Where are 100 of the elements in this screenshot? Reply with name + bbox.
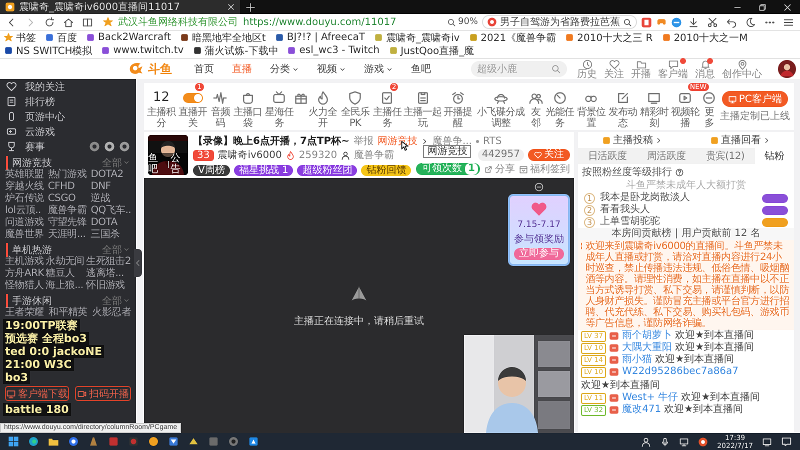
score-button[interactable]: 12 主播积分 xyxy=(146,91,176,129)
sidebar-item[interactable]: 云游戏 xyxy=(6,124,55,138)
game-link[interactable]: 逃离塔... xyxy=(86,268,131,280)
tab[interactable]: 日活跃度 xyxy=(578,148,637,164)
sidebar-item[interactable]: 页游中心 xyxy=(6,110,65,124)
game-link[interactable]: 天涯明... xyxy=(48,229,87,241)
more-link[interactable]: 全部 xyxy=(102,156,130,170)
menu-button[interactable] xyxy=(781,16,796,28)
chat-username[interactable]: 魔改471 xyxy=(622,404,662,416)
checkin-link[interactable]: 福利签到 xyxy=(519,162,570,176)
chat-username[interactable]: 雨小猫 xyxy=(622,354,652,366)
game-link[interactable]: 问道游戏 xyxy=(5,217,44,229)
toolbar-button[interactable]: 更多 xyxy=(702,91,717,129)
header-link[interactable]: 关注 xyxy=(604,58,624,80)
header-link[interactable]: 客户端 xyxy=(658,58,688,80)
fan-name[interactable]: 上单雪胡驼驼 xyxy=(600,216,757,228)
toolbar-button[interactable]: 视频轮播 xyxy=(670,91,701,129)
game-tag[interactable]: 魔兽争霸 xyxy=(354,148,394,162)
game-link[interactable]: 怪物猎人 xyxy=(5,280,44,292)
more-link[interactable]: 全部 xyxy=(102,242,130,256)
bookmark[interactable]: 2021《魔兽争霸 xyxy=(468,31,556,44)
tab[interactable]: 贵宾(12) xyxy=(696,148,755,164)
game-link[interactable]: 主机游戏 xyxy=(5,256,44,268)
room-badge[interactable]: V周榜 xyxy=(193,165,230,176)
avatar-caption-link[interactable]: 鱼吧 xyxy=(148,153,166,175)
tab[interactable]: 钻粉 xyxy=(754,148,794,164)
game-link[interactable]: 生死狙击2 xyxy=(86,256,131,268)
zoom-button[interactable]: 90% xyxy=(446,17,478,27)
toolbar-button[interactable]: 背景位置 xyxy=(576,91,606,129)
header-link[interactable]: 开播 xyxy=(631,58,651,80)
game-link[interactable]: 穿越火线 xyxy=(5,181,44,193)
client-button[interactable]: PC客户端 xyxy=(722,91,788,107)
chat-username[interactable]: 雨个胡萝卜 xyxy=(622,330,672,342)
game-link[interactable]: 英雄联盟 xyxy=(5,169,44,181)
game-link[interactable]: 和平精英 xyxy=(48,307,88,319)
fan-name[interactable]: 我本是卧龙岗散淡人 xyxy=(600,192,757,204)
game-link[interactable]: 魔兽争霸 xyxy=(48,205,87,217)
bookmark[interactable]: Back2Warcraft xyxy=(86,31,171,44)
chat-username[interactable]: 大隅大重阳 xyxy=(622,342,672,354)
nav-link[interactable]: 分类 xyxy=(270,62,299,76)
browser-tab[interactable]: 震啸奇_震啸奇iv6000直播间11017 xyxy=(0,0,240,14)
sidebar-button[interactable]: 扫码开播 xyxy=(75,386,131,401)
toolbar-button[interactable]: 星海任务 xyxy=(264,91,295,129)
toolbar-button[interactable]: 直播开关 xyxy=(177,91,208,129)
game-link[interactable]: 海上狼... xyxy=(46,280,84,292)
share-link[interactable]: 分享 xyxy=(484,162,515,176)
chat-username[interactable]: W22d95286bec7a86a7 xyxy=(622,366,739,378)
toolbar-button[interactable]: 火力全开 xyxy=(308,91,338,129)
fan-name[interactable]: 看看我头人 xyxy=(600,204,757,216)
bookmark[interactable]: 暗黑地牢全地区t xyxy=(180,31,266,44)
toolbar-button[interactable]: 发布动态 xyxy=(607,91,638,129)
panel-link[interactable]: 主播投稿 xyxy=(602,133,662,147)
game-link[interactable]: 王者荣耀 xyxy=(5,307,44,319)
game-link[interactable]: 魔兽世界 xyxy=(5,229,44,241)
bookmark[interactable]: BJ?!? | AfreecaT xyxy=(274,31,365,44)
avatar-caption-link[interactable]: 公告 xyxy=(170,153,188,175)
bookmark[interactable]: 蒲火试炼-下载中 xyxy=(192,44,278,57)
address-field[interactable]: 武汉斗鱼网络科技有限公司 https://www.douyu.com/11017 xyxy=(99,15,443,29)
game-link[interactable]: 火影忍者 xyxy=(92,307,131,319)
toolbar-button[interactable]: 主播一起玩 xyxy=(404,91,442,129)
search-field[interactable]: 男子自驾游为省路费拉芭蕉 xyxy=(482,15,637,29)
book-button[interactable] xyxy=(80,16,95,28)
game-link[interactable]: 三国杀 xyxy=(90,229,131,241)
toolbar-button[interactable]: 主播口袋 xyxy=(232,91,264,129)
game-link[interactable]: CSGO xyxy=(48,193,87,205)
bookmark[interactable]: 震啸奇_震啸奇iv xyxy=(374,31,460,44)
game-link[interactable]: QQ飞车.. xyxy=(90,205,131,217)
game-link[interactable]: DOTA2 xyxy=(90,169,131,181)
game-link[interactable]: DNF xyxy=(90,181,131,193)
chat-username[interactable]: West+ 牛仔 xyxy=(622,392,678,404)
room-badge[interactable]: 钻粉回馈 xyxy=(361,165,412,176)
room-badge[interactable]: 超级粉丝团 xyxy=(297,165,358,176)
toolbar-button[interactable]: 音频码 xyxy=(208,91,232,129)
bookmark[interactable]: 百度 xyxy=(45,31,77,44)
promo-card[interactable]: 7.15-7.17 参与领奖励 立即参与 xyxy=(508,194,570,266)
report-link[interactable]: 举报 xyxy=(353,134,374,148)
bookmark[interactable]: 2010十大之三 R xyxy=(565,31,653,44)
game-link[interactable]: 热门游戏 xyxy=(48,169,87,181)
more-link[interactable]: 全部 xyxy=(102,294,130,308)
toggle-switch[interactable] xyxy=(182,93,203,103)
scissors-button[interactable] xyxy=(705,16,720,28)
game-link[interactable]: 怀旧游戏 xyxy=(86,280,131,292)
sidebar-item[interactable]: 我的关注 xyxy=(6,80,65,94)
home-button[interactable] xyxy=(61,16,76,28)
header-link[interactable]: 历史 xyxy=(577,58,597,80)
game-link[interactable]: DOTA xyxy=(90,217,131,229)
game-link[interactable]: 糖豆人 xyxy=(46,268,84,280)
nav-link[interactable]: 游戏 xyxy=(364,62,393,76)
undo-button[interactable] xyxy=(724,16,739,28)
header-link[interactable]: 创作中心 xyxy=(722,58,762,80)
bookmark[interactable]: www.twitch.tv xyxy=(101,44,184,57)
room-badge[interactable]: 福星挑战 1 xyxy=(234,165,294,176)
game-link[interactable]: CFHD xyxy=(48,181,87,193)
panel-link[interactable]: 直播回看 xyxy=(710,133,770,147)
collapse-handle[interactable] xyxy=(134,249,142,277)
nav-link[interactable]: 鱼吧 xyxy=(411,62,431,76)
bookmark[interactable]: esl_wc3 - Twitch xyxy=(287,44,380,57)
nav-link[interactable]: 直播 xyxy=(232,62,252,76)
sidebar-item[interactable]: 赛事 xyxy=(6,140,45,154)
toolbar-button[interactable]: 小飞碟分成调整 xyxy=(474,91,528,129)
